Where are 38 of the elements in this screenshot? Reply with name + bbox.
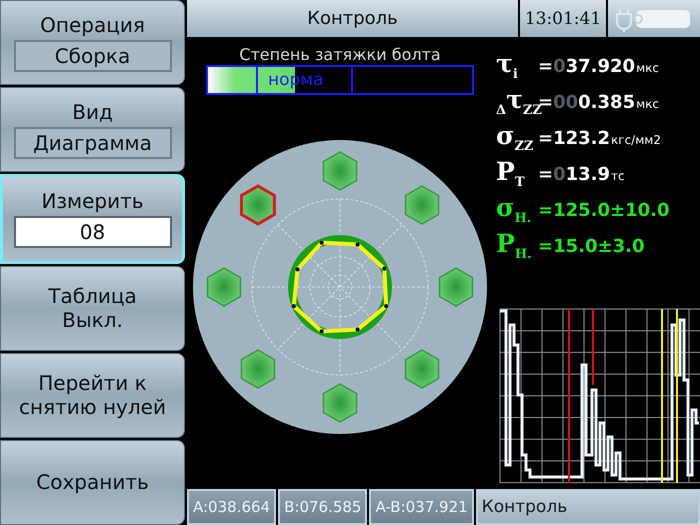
menu-button[interactable]: Операция Сборка xyxy=(0,0,185,86)
input-field[interactable]: 08 xyxy=(14,216,172,248)
menu-button[interactable]: Вид Диаграмма xyxy=(0,87,185,172)
menu-button[interactable]: Таблица Выкл. xyxy=(0,266,185,351)
readout-unit: тс xyxy=(611,169,625,183)
readout-symbol: σ$_{Н.}$ xyxy=(496,193,532,226)
readout-unit: мкс xyxy=(636,97,659,111)
readout-symbol: σ$_{ZZ}$ xyxy=(496,121,534,154)
readout-value: =013.9 xyxy=(538,164,610,185)
readout-unit: мкс xyxy=(636,61,659,75)
bar-title: Степень затяжки болта xyxy=(239,45,441,64)
readout-value: =15.0±3.0 xyxy=(538,236,644,257)
readout-value: =123.2 xyxy=(538,128,610,149)
status-field: Контроль xyxy=(476,489,700,525)
readout-value: =037.920 xyxy=(538,56,636,77)
readout-symbol: P$_{T}$ xyxy=(496,157,526,190)
status-field: A:038.664 xyxy=(187,489,276,525)
readout-value: =125.0±10.0 xyxy=(538,200,670,221)
readout-unit: кгс/мм2 xyxy=(611,133,661,147)
status-field: B:076.585 xyxy=(278,489,368,525)
status-field: A-B:037.921 xyxy=(369,489,474,525)
clock: 13:01:41 xyxy=(520,0,606,37)
readout-symbol: P$_{Н.}$ xyxy=(496,229,533,262)
screen-title: Контроль xyxy=(187,0,518,37)
bolt-icon[interactable] xyxy=(322,383,358,423)
menu-button[interactable]: Сохранить xyxy=(0,440,185,525)
bolt-icon[interactable] xyxy=(240,349,276,389)
menu-button[interactable]: Перейти к снятию нулей xyxy=(0,352,185,438)
bolt-icon[interactable] xyxy=(404,185,440,225)
bolt-icon[interactable] xyxy=(206,267,242,307)
bolt-icon[interactable] xyxy=(404,349,440,389)
bolt-icon[interactable] xyxy=(240,184,276,226)
menu-button[interactable]: Измерить 08 xyxy=(0,174,185,264)
value-field[interactable]: Диаграмма xyxy=(14,127,172,160)
value-field[interactable]: Сборка xyxy=(14,40,172,72)
bolt-icon[interactable] xyxy=(322,151,358,191)
bolt-icon[interactable] xyxy=(438,267,474,307)
readout-symbol: τ$_{i}$ xyxy=(496,49,519,82)
